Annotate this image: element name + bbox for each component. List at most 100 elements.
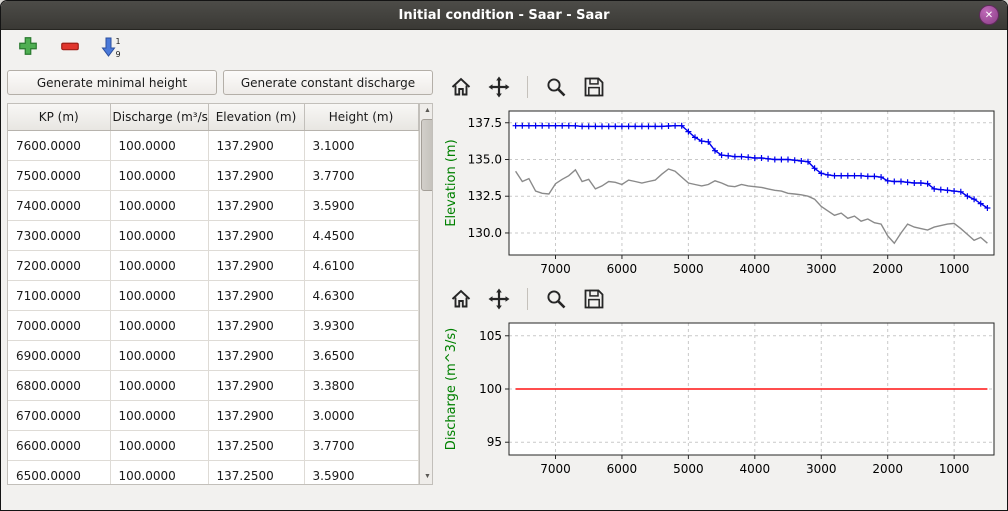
table-cell[interactable]: 4.4500: [304, 221, 418, 251]
home-button[interactable]: [447, 73, 475, 101]
table-cell[interactable]: 137.2900: [208, 251, 304, 281]
generate-buttons-row: Generate minimal height Generate constan…: [7, 70, 433, 95]
table-cell[interactable]: 7500.0000: [8, 161, 110, 191]
table-cell[interactable]: 137.2900: [208, 281, 304, 311]
table-cell[interactable]: 3.7700: [304, 431, 418, 461]
table-row: 6600.0000100.0000137.25003.7700: [8, 431, 418, 461]
table-cell[interactable]: 137.2500: [208, 431, 304, 461]
save-figure-button[interactable]: [580, 285, 608, 313]
table-cell[interactable]: 137.2900: [208, 311, 304, 341]
table-row: 6500.0000100.0000137.25003.5900: [8, 461, 418, 486]
table-cell[interactable]: 6700.0000: [8, 401, 110, 431]
magnifier-icon: [544, 75, 568, 99]
initial-condition-table: KP (m)Discharge (m³/s)Elevation (m)Heigh…: [7, 103, 433, 485]
svg-text:5000: 5000: [673, 462, 704, 476]
add-row-button[interactable]: [15, 34, 41, 60]
table-cell[interactable]: 7100.0000: [8, 281, 110, 311]
save-icon: [582, 287, 606, 311]
table-cell[interactable]: 100.0000: [110, 191, 208, 221]
sort-digit-bottom: 9: [115, 50, 120, 59]
table-cell[interactable]: 3.0000: [304, 401, 418, 431]
sort-rows-button[interactable]: 1 9: [99, 34, 125, 60]
save-figure-button[interactable]: [580, 73, 608, 101]
table-cell[interactable]: 3.1000: [304, 131, 418, 161]
table-cell[interactable]: 3.3800: [304, 371, 418, 401]
elevation-chart[interactable]: 7000600050004000300020001000130.0132.513…: [439, 104, 1003, 282]
toolbar-separator: [527, 288, 528, 310]
minus-icon: [59, 35, 81, 57]
table-header-row: KP (m)Discharge (m³/s)Elevation (m)Heigh…: [8, 104, 418, 131]
discharge-chart[interactable]: 700060005000400030002000100095100105Disc…: [439, 316, 1003, 482]
pan-button[interactable]: [485, 73, 513, 101]
scrollbar-track[interactable]: [420, 118, 434, 470]
table-cell[interactable]: 137.2900: [208, 131, 304, 161]
table-cell[interactable]: 4.6100: [304, 251, 418, 281]
table-row: 7400.0000100.0000137.29003.5900: [8, 191, 418, 221]
svg-text:135.0: 135.0: [468, 152, 502, 166]
table-cell[interactable]: 7400.0000: [8, 191, 110, 221]
remove-row-button[interactable]: [57, 34, 83, 60]
table-cell[interactable]: 100.0000: [110, 131, 208, 161]
home-icon: [449, 287, 473, 311]
svg-text:3000: 3000: [806, 462, 837, 476]
table-cell[interactable]: 100.0000: [110, 251, 208, 281]
table-cell[interactable]: 137.2500: [208, 461, 304, 486]
svg-text:6000: 6000: [607, 262, 638, 276]
svg-text:105: 105: [479, 329, 502, 343]
table-cell[interactable]: 100.0000: [110, 161, 208, 191]
table-cell[interactable]: 137.2900: [208, 371, 304, 401]
zoom-button[interactable]: [542, 285, 570, 313]
table-cell[interactable]: 100.0000: [110, 461, 208, 486]
svg-text:Discharge (m^3/s): Discharge (m^3/s): [444, 328, 459, 450]
scroll-down-button[interactable]: ▼: [420, 470, 434, 484]
table-cell[interactable]: 3.7700: [304, 161, 418, 191]
table-cell[interactable]: 3.5900: [304, 461, 418, 486]
table-cell[interactable]: 6600.0000: [8, 431, 110, 461]
table-cell[interactable]: 4.6300: [304, 281, 418, 311]
table-cell[interactable]: 137.2900: [208, 161, 304, 191]
table-cell[interactable]: 7000.0000: [8, 311, 110, 341]
scrollbar-thumb[interactable]: [421, 119, 434, 191]
table-cell[interactable]: 6500.0000: [8, 461, 110, 486]
table-cell[interactable]: 137.2900: [208, 341, 304, 371]
app-window: Initial condition - Saar - Saar ✕ 1 9 Ge…: [0, 0, 1008, 511]
generate-minimal-height-button[interactable]: Generate minimal height: [7, 70, 217, 95]
home-button[interactable]: [447, 285, 475, 313]
svg-text:100: 100: [479, 382, 502, 396]
table-cell[interactable]: 100.0000: [110, 401, 208, 431]
main-toolbar: 1 9: [1, 30, 1007, 64]
save-icon: [582, 75, 606, 99]
titlebar[interactable]: Initial condition - Saar - Saar ✕: [1, 1, 1007, 30]
table-cell[interactable]: 100.0000: [110, 281, 208, 311]
table-cell[interactable]: 100.0000: [110, 311, 208, 341]
table-cell[interactable]: 100.0000: [110, 431, 208, 461]
sort-numeric-icon: 1 9: [100, 35, 124, 59]
table-row: 7200.0000100.0000137.29004.6100: [8, 251, 418, 281]
table-cell[interactable]: 7200.0000: [8, 251, 110, 281]
table-cell[interactable]: 7300.0000: [8, 221, 110, 251]
table-row: 6700.0000100.0000137.29003.0000: [8, 401, 418, 431]
table-cell[interactable]: 100.0000: [110, 371, 208, 401]
zoom-button[interactable]: [542, 73, 570, 101]
table-cell[interactable]: 6900.0000: [8, 341, 110, 371]
table-cell[interactable]: 100.0000: [110, 341, 208, 371]
table-cell[interactable]: 3.5900: [304, 191, 418, 221]
svg-text:4000: 4000: [740, 262, 771, 276]
table-cell[interactable]: 100.0000: [110, 221, 208, 251]
table-scrollbar[interactable]: ▲ ▼: [419, 104, 434, 484]
table-row: 7000.0000100.0000137.29003.9300: [8, 311, 418, 341]
column-header: Elevation (m): [208, 104, 304, 131]
pan-button[interactable]: [485, 285, 513, 313]
table-cell[interactable]: 137.2900: [208, 221, 304, 251]
scroll-up-button[interactable]: ▲: [420, 104, 434, 118]
table-cell[interactable]: 3.6500: [304, 341, 418, 371]
svg-text:Elevation (m): Elevation (m): [444, 139, 459, 226]
close-button[interactable]: ✕: [979, 5, 999, 25]
table-cell[interactable]: 3.9300: [304, 311, 418, 341]
svg-text:2000: 2000: [872, 462, 903, 476]
table-cell[interactable]: 6800.0000: [8, 371, 110, 401]
table-cell[interactable]: 137.2900: [208, 401, 304, 431]
generate-constant-discharge-button[interactable]: Generate constant discharge: [223, 70, 433, 95]
table-cell[interactable]: 137.2900: [208, 191, 304, 221]
table-cell[interactable]: 7600.0000: [8, 131, 110, 161]
